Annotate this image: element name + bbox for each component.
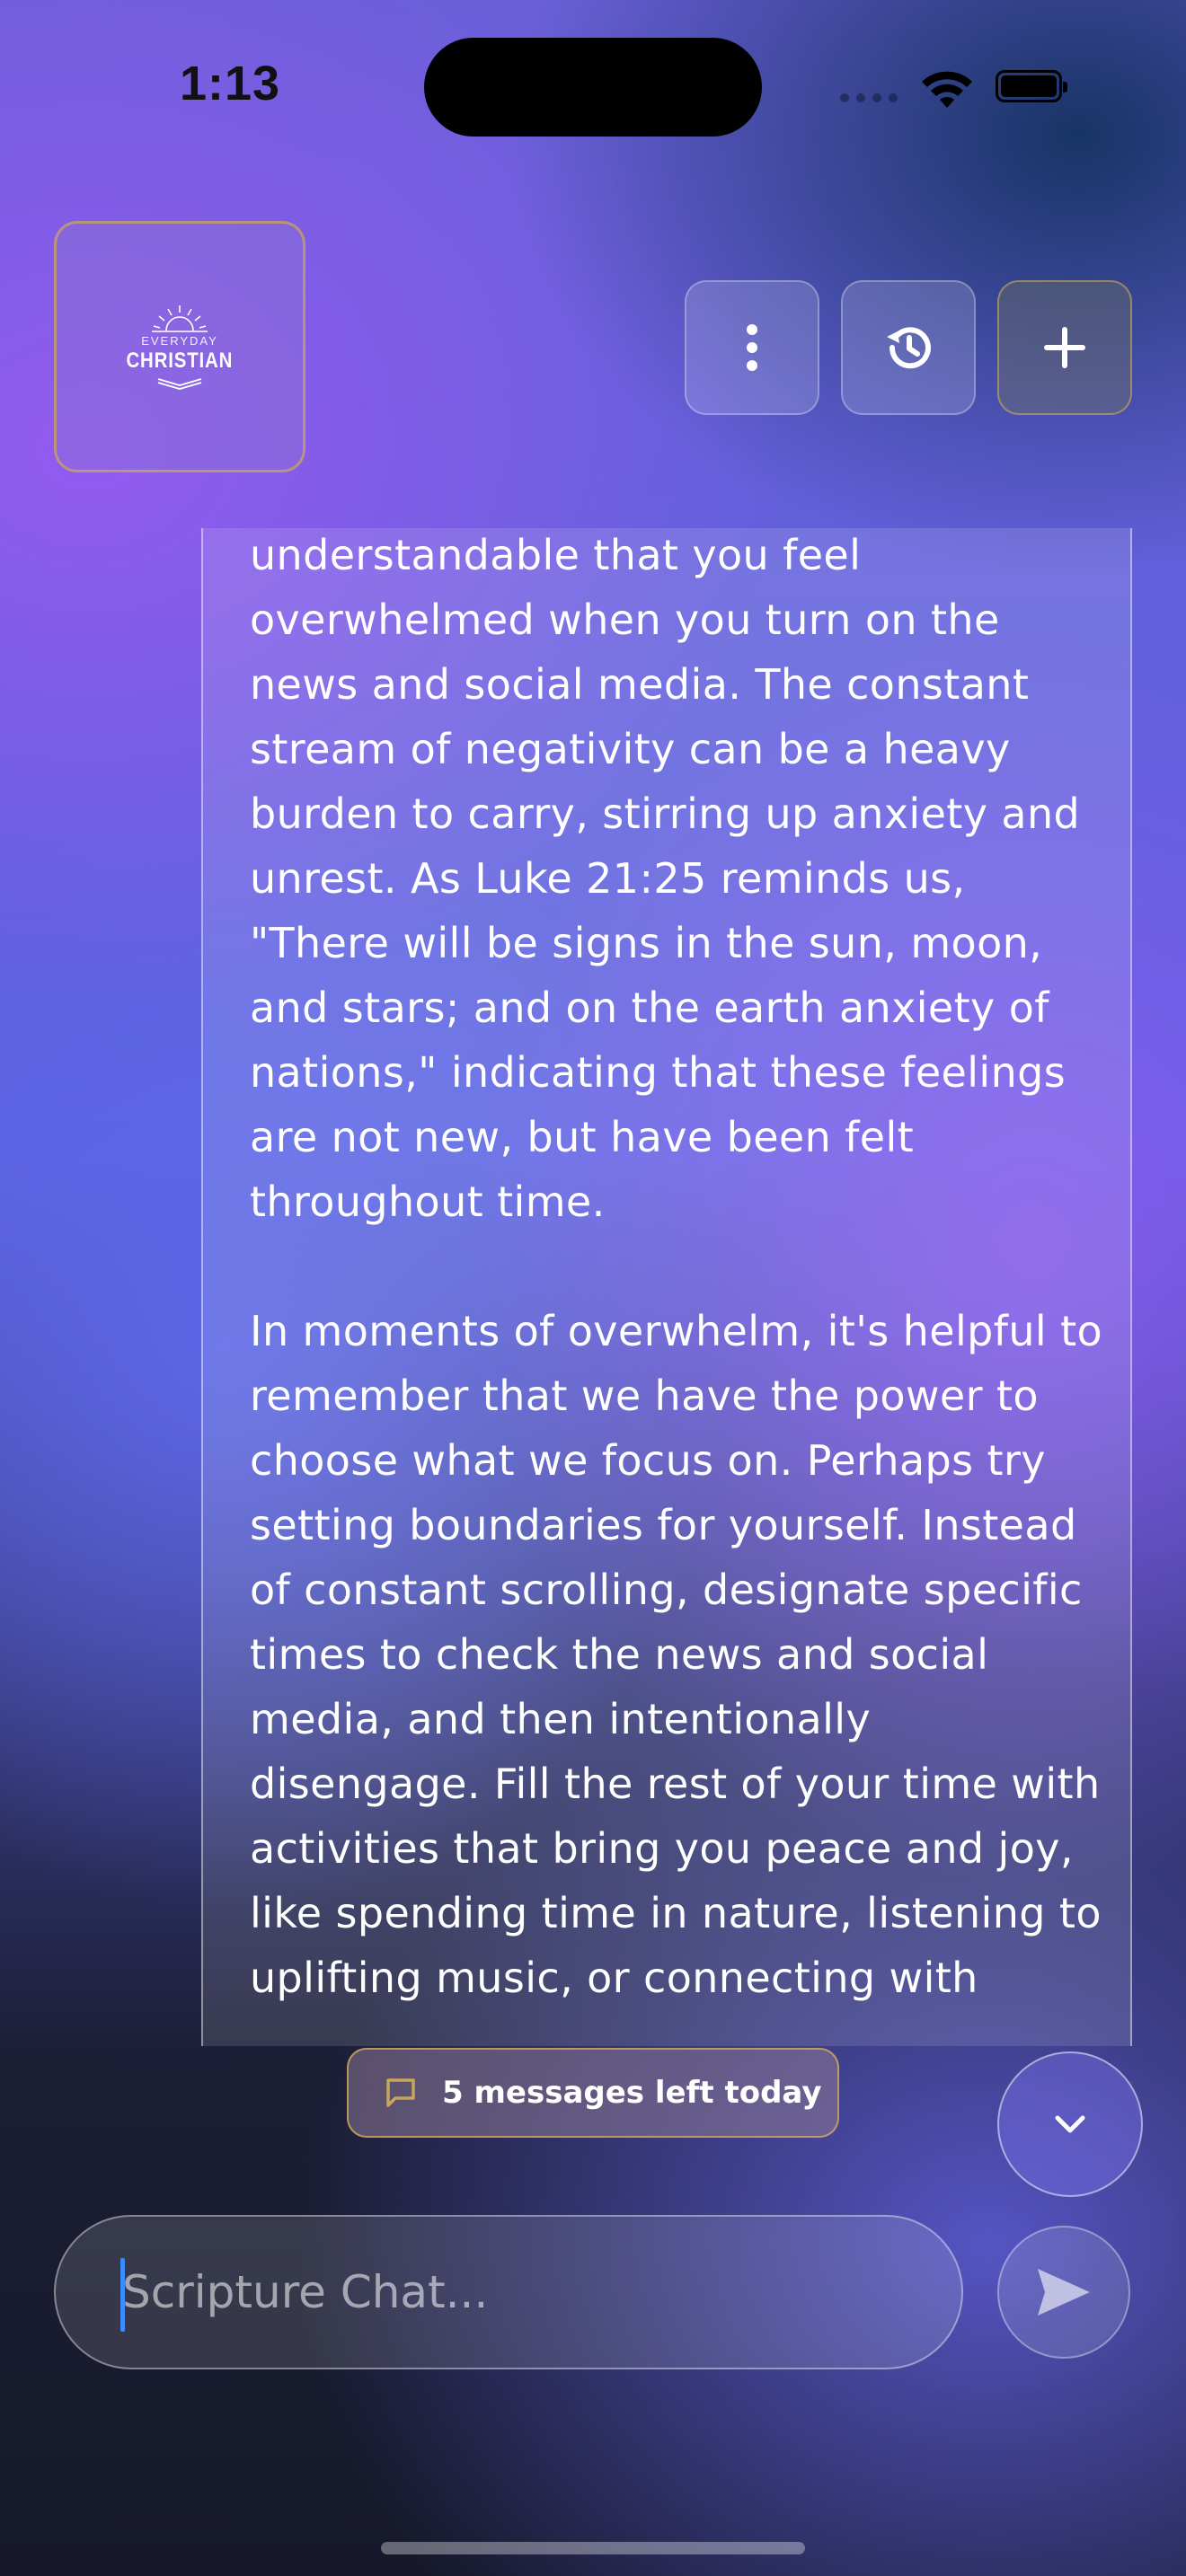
more-options-button[interactable] [685,280,819,415]
logo-subtitle: EVERYDAY [141,333,218,348]
new-chat-button[interactable] [997,280,1132,415]
dynamic-island [424,38,762,137]
message-square-icon [386,2078,415,2107]
open-book-icon [157,377,202,390]
plus-icon [1044,327,1085,368]
messages-left-badge: 5 messages left today [347,2048,839,2138]
wifi-icon [922,71,972,108]
sunrise-icon [152,304,208,332]
chat-input-container[interactable] [54,2215,963,2369]
home-indicator[interactable] [381,2542,805,2554]
cellular-signal-icon [840,93,898,102]
status-time: 1:13 [180,57,281,110]
history-icon [887,327,931,369]
battery-icon [996,70,1067,102]
chevron-down-icon [1055,2115,1085,2133]
messages-left-text: 5 messages left today [442,2075,822,2111]
logo-title: CHRISTIAN [126,348,234,373]
text-caret [120,2258,125,2332]
send-button[interactable] [997,2226,1130,2359]
assistant-message: understandable that you feel overwhelmed… [201,528,1132,2046]
chat-history-button[interactable] [841,280,976,415]
message-paragraph: In moments of overwhelm, it's helpful to… [250,1307,1103,2002]
scroll-to-bottom-button[interactable] [997,2051,1143,2197]
message-text: understandable that you feel overwhelmed… [250,528,1103,2046]
message-paragraph: understandable that you feel overwhelmed… [250,531,1081,1226]
send-icon [1038,2269,1090,2316]
chat-input[interactable] [122,2266,961,2318]
app-logo[interactable]: EVERYDAY CHRISTIAN [54,221,305,472]
more-vertical-icon [747,324,757,371]
